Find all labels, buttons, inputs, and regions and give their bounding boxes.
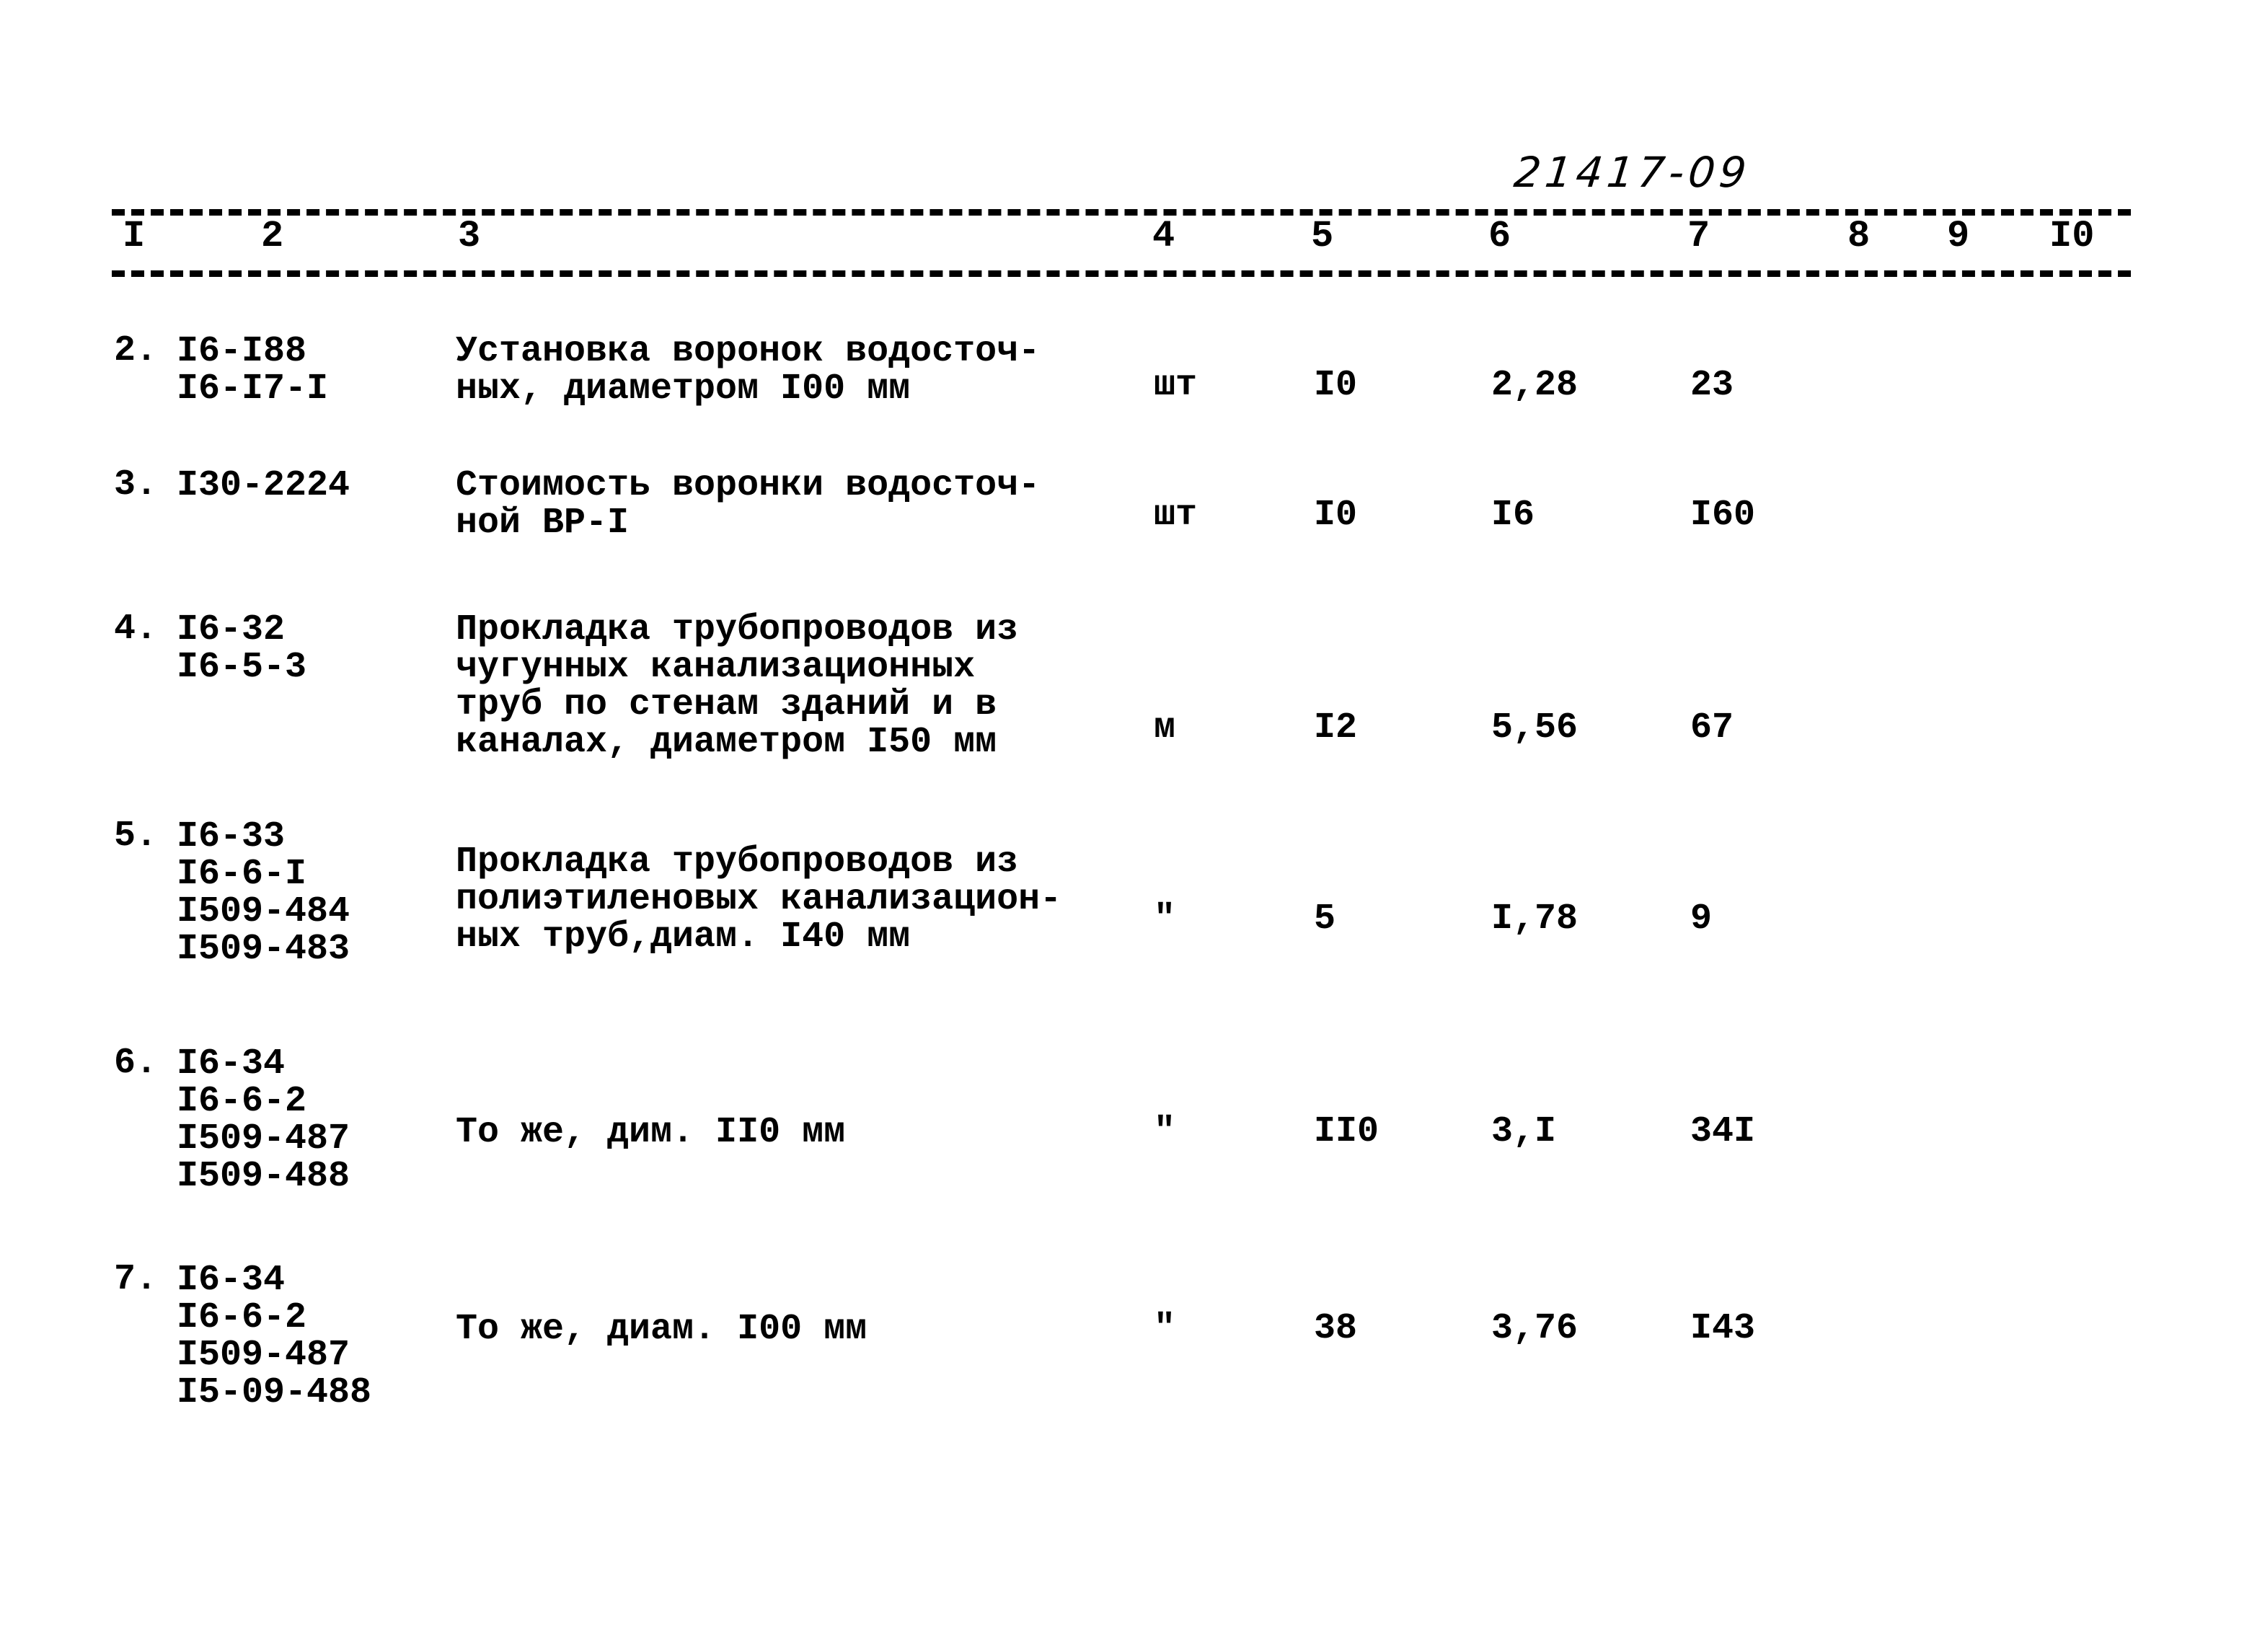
header-rule-top [112,209,2131,216]
row-unit: " [1154,1308,1176,1349]
row-total: 9 [1690,898,1713,940]
code-line: I5-09-488 [177,1372,372,1413]
row-unit-price: 2,28 [1491,365,1578,406]
row-index: 5. [114,816,158,857]
header-rule-bottom [112,270,2131,277]
code-line: I6-6-2 [177,1297,307,1338]
code-line: I6-5-3 [177,647,307,688]
row-unit-price: 3,I [1491,1111,1557,1152]
code-line: I509-483 [177,929,350,970]
row-index: 2. [114,330,158,371]
row-description: Прокладка трубопроводов из полиэтиленовых… [456,844,1061,956]
code-line: I509-484 [177,891,350,932]
description-line: чугунных канализационных [456,647,976,688]
description-line: ной ВР-I [456,503,630,544]
row-codes: I6-34 I6-6-2 I509-487 I509-488 [177,1046,350,1196]
row-unit: м [1154,707,1176,748]
row-unit-price: 3,76 [1491,1308,1578,1349]
row-index: 3. [114,464,158,505]
code-line: I6-I7-I [177,368,329,410]
column-header-8: 8 [1847,215,1871,257]
row-unit: шт [1154,495,1198,536]
column-header-2: 2 [261,215,284,257]
row-quantity: 5 [1314,898,1336,940]
row-index: 4. [114,609,158,650]
code-line: I509-487 [177,1118,350,1160]
description-line: Прокладка трубопроводов из [456,609,1019,650]
description-line: Стоимость воронки водосточ- [456,465,1041,506]
description-line: труб по стенам зданий и в [456,684,997,725]
row-index: 6. [114,1043,158,1084]
row-unit: шт [1154,365,1198,406]
column-header-7: 7 [1687,215,1710,257]
code-line: I6-34 [177,1043,286,1085]
row-codes: I6-32 I6-5-3 [177,611,306,686]
row-description: То же, дим. II0 мм [456,1114,845,1152]
code-line: I509-488 [177,1156,350,1197]
code-line: I6-34 [177,1260,286,1301]
code-line: I6-33 [177,816,286,857]
row-description: Прокладка трубопроводов из чугунных канал… [456,611,1018,761]
description-line: каналах, диаметром I50 мм [456,722,997,763]
code-line: I6-I88 [177,331,307,372]
row-total: 67 [1690,707,1734,748]
row-total: I60 [1690,495,1756,536]
row-quantity: I0 [1314,365,1358,406]
row-unit: " [1154,1111,1176,1152]
row-quantity: I2 [1314,707,1358,748]
column-header-3: 3 [458,215,481,257]
row-codes: I6-I88 I6-I7-I [177,333,328,408]
description-line: То же, дим. II0 мм [456,1112,846,1153]
row-total: 23 [1690,365,1734,406]
row-codes: I30-2224 [177,467,350,505]
column-header-1: I [123,215,146,257]
description-line: То же, диам. I00 мм [456,1309,867,1350]
row-codes: I6-34 I6-6-2 I509-487 I5-09-488 [177,1262,371,1412]
column-header-4: 4 [1152,215,1175,257]
row-unit-price: I6 [1491,495,1535,536]
description-line: Прокладка трубопроводов из [456,842,1019,883]
description-line: полиэтиленовых канализацион- [456,879,1062,920]
column-header-6: 6 [1488,215,1511,257]
code-line: I6-6-2 [177,1081,307,1122]
column-header-10: I0 [2049,215,2095,257]
row-total: 34I [1690,1111,1756,1152]
column-header-5: 5 [1311,215,1334,257]
description-line: ных труб,диам. I40 мм [456,916,911,958]
row-description: Стоимость воронки водосточ-ной ВР-I [456,467,1040,542]
row-total: I43 [1690,1308,1756,1349]
row-unit: " [1154,898,1176,940]
code-line: I30-2224 [177,465,350,506]
row-description: То же, диам. I00 мм [456,1311,867,1348]
description-line: ных, диаметром I00 мм [456,368,911,410]
row-quantity: I0 [1314,495,1358,536]
code-line: I6-6-I [177,854,307,895]
row-description: Установка воронок водосточ-ных, диаметро… [456,333,1040,408]
description-line: Установка воронок водосточ- [456,331,1041,372]
row-unit-price: 5,56 [1491,707,1578,748]
document-number: 21417-09 [1511,148,1753,197]
code-line: I509-487 [177,1335,350,1376]
code-line: I6-32 [177,609,286,650]
column-header-9: 9 [1947,215,1970,257]
row-quantity: 38 [1314,1308,1358,1349]
row-index: 7. [114,1259,158,1300]
row-codes: I6-33 I6-6-I I509-484 I509-483 [177,818,350,968]
row-unit-price: I,78 [1491,898,1578,940]
row-quantity: II0 [1314,1111,1379,1152]
